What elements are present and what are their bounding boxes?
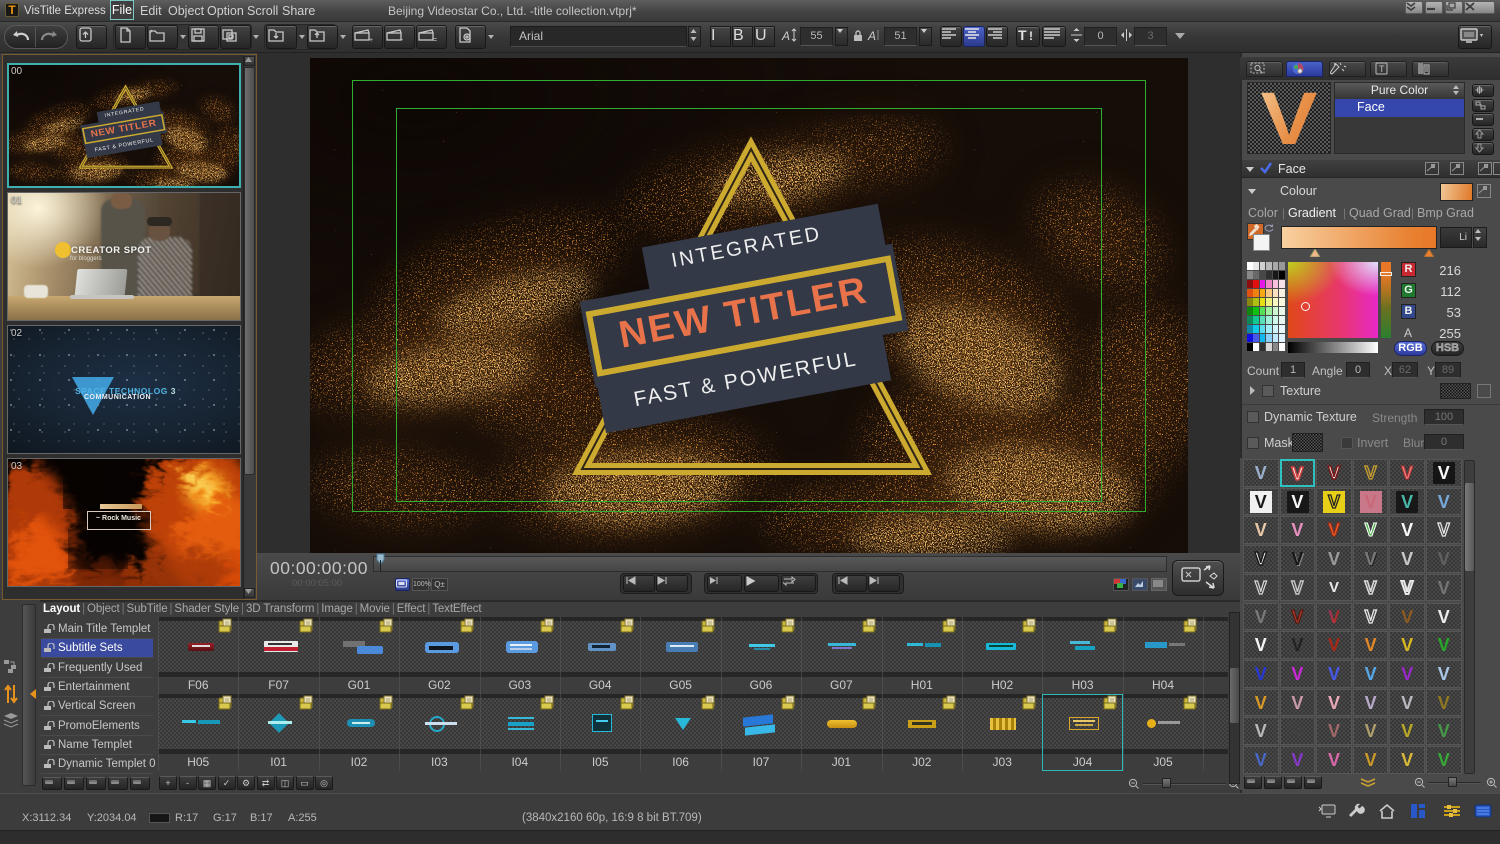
svg-text:T: T [1379,64,1385,74]
svg-text:=: = [433,37,437,44]
svg-text:!: ! [1029,29,1033,42]
svg-text:A: A [781,29,790,43]
svg-text:+: + [369,37,373,44]
svg-text:-: - [401,37,404,44]
svg-text:T: T [1018,27,1027,42]
svg-text:A: A [867,29,876,43]
